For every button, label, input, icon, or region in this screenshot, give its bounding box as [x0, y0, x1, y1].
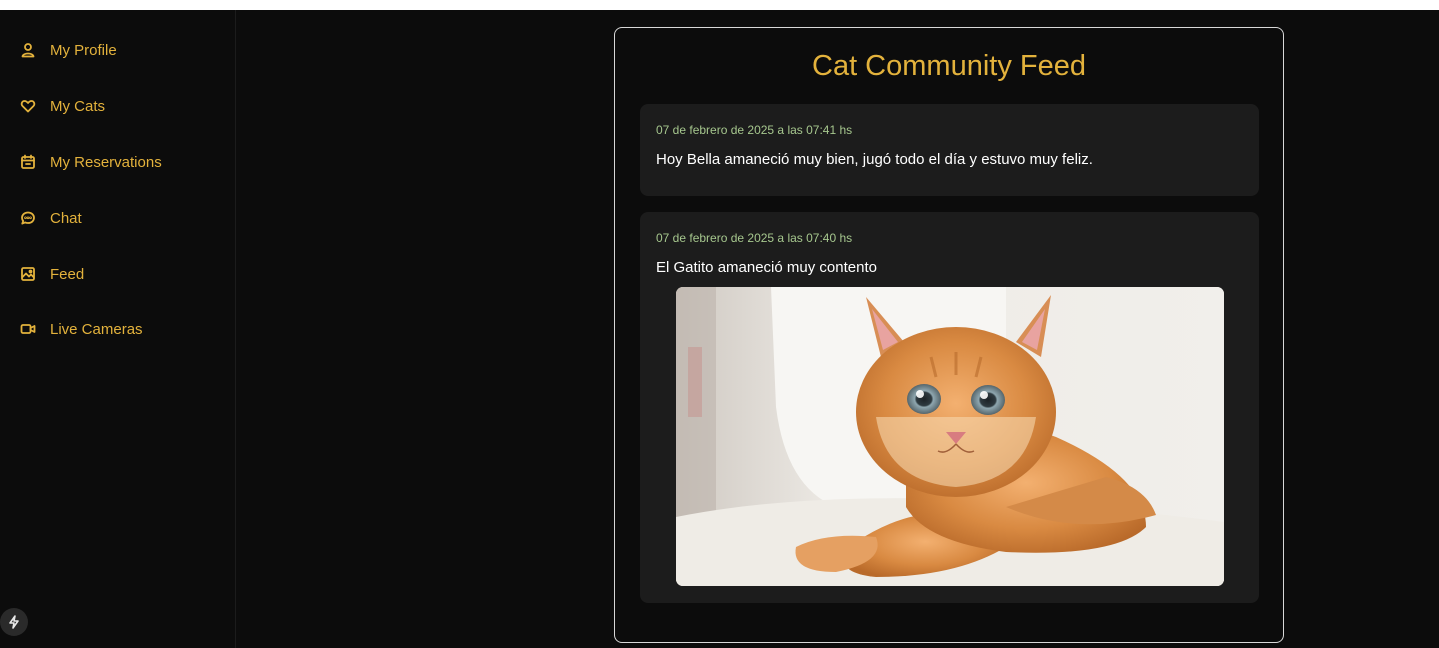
sidebar-item-feed[interactable]: Feed	[20, 262, 84, 286]
sidebar-item-chat[interactable]: Chat	[20, 206, 82, 230]
user-icon	[21, 43, 35, 58]
post-image-kitten[interactable]	[676, 287, 1224, 586]
page-title: Cat Community Feed	[812, 50, 1086, 82]
sidebar-item-my-reservations[interactable]: My Reservations	[20, 150, 162, 174]
feed-panel: Cat Community Feed 07 de febrero de 2025…	[614, 27, 1284, 643]
sidebar-item-label: Live Cameras	[50, 320, 143, 338]
sidebar-item-label: My Profile	[50, 41, 117, 59]
sidebar-item-my-cats[interactable]: My Cats	[20, 94, 105, 118]
sidebar: My Profile My Cats My Reservations Chat	[0, 10, 236, 648]
heart-icon	[20, 100, 36, 113]
post-text: Hoy Bella amaneció muy bien, jugó todo e…	[656, 151, 1093, 168]
kitten-photo	[676, 287, 1224, 586]
image-icon	[21, 267, 35, 281]
post-timestamp: 07 de febrero de 2025 a las 07:41 hs	[656, 123, 853, 137]
lightning-bolt-icon	[9, 615, 19, 629]
sidebar-item-label: Feed	[50, 265, 85, 283]
post-timestamp: 07 de febrero de 2025 a las 07:40 hs	[656, 231, 853, 245]
top-strip	[0, 0, 1439, 10]
video-camera-icon	[20, 324, 36, 334]
chat-bubble-icon	[21, 211, 35, 225]
sidebar-item-label: Chat	[50, 209, 82, 227]
bolt-badge-button[interactable]	[0, 608, 28, 636]
feed-post: 07 de febrero de 2025 a las 07:40 hs El …	[640, 212, 1259, 603]
post-text: El Gatito amaneció muy contento	[656, 259, 877, 276]
sidebar-item-label: My Reservations	[50, 153, 162, 171]
sidebar-item-label: My Cats	[50, 97, 106, 115]
calendar-icon	[21, 154, 35, 169]
feed-post: 07 de febrero de 2025 a las 07:41 hs Hoy…	[640, 104, 1259, 196]
sidebar-item-live-cameras[interactable]: Live Cameras	[20, 317, 143, 341]
sidebar-item-my-profile[interactable]: My Profile	[20, 38, 117, 62]
